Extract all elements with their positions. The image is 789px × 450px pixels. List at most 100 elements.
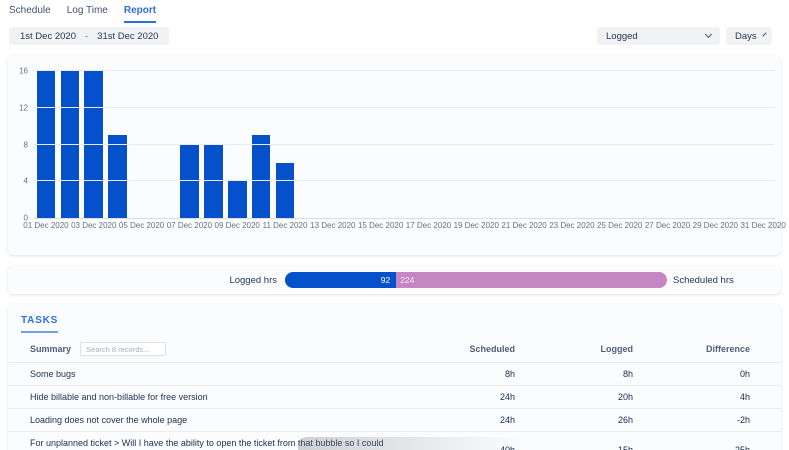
date-to: 31st Dec 2020 — [97, 31, 158, 42]
task-summary: Loading does not cover the whole page — [30, 414, 415, 426]
table-row[interactable]: Some bugs8h8h0h — [8, 362, 781, 385]
x-axis-slot: 17 Dec 2020 — [417, 221, 441, 233]
bar[interactable] — [84, 71, 103, 218]
scheduled-hrs-label: Scheduled hrs — [673, 275, 734, 286]
task-scheduled: 24h — [415, 392, 515, 402]
bar[interactable] — [204, 145, 223, 219]
x-axis-slot: 19 Dec 2020 — [464, 221, 488, 233]
x-axis-slot: 31 Dec 2020 — [751, 221, 775, 233]
bar-column — [34, 71, 58, 218]
date-range-picker[interactable]: 1st Dec 2020 - 31st Dec 2020 — [9, 27, 169, 45]
bar-column — [656, 71, 680, 218]
bar-column — [440, 71, 464, 218]
bar[interactable] — [228, 181, 247, 218]
task-logged: 8h — [515, 369, 633, 379]
bar-column — [154, 71, 178, 218]
gridline — [34, 70, 775, 71]
bar[interactable] — [61, 71, 80, 218]
chart-panel: 01 Dec 2020 03 Dec 2020 05 Dec 2020 07 Dec … — [8, 55, 781, 255]
bar[interactable] — [252, 135, 271, 218]
chevron-down-icon — [762, 32, 766, 36]
logged-hrs-label: Logged hrs — [8, 275, 277, 286]
x-axis-slot: 23 Dec 2020 — [560, 221, 584, 233]
x-axis-slot: 25 Dec 2020 — [608, 221, 632, 233]
bar[interactable] — [180, 145, 199, 219]
bar-column — [512, 71, 536, 218]
bar[interactable] — [108, 135, 127, 218]
y-axis-tick-label: 12 — [10, 103, 28, 112]
bar-column — [345, 71, 369, 218]
bar-column — [58, 71, 82, 218]
bar-column — [82, 71, 106, 218]
tab-schedule[interactable]: Schedule — [9, 5, 51, 23]
task-logged: 20h — [515, 392, 633, 402]
gridline — [34, 180, 775, 181]
bar-column — [321, 71, 345, 218]
tab-report[interactable]: Report — [124, 5, 156, 23]
metric-select-value: Logged — [606, 31, 638, 42]
bar-column — [273, 71, 297, 218]
x-axis-slot: 07 Dec 2020 — [177, 221, 201, 233]
task-summary: Hide billable and non-billable for free … — [30, 391, 415, 403]
task-scheduled: 8h — [415, 369, 515, 379]
task-difference: 0h — [633, 369, 750, 379]
bar-column — [417, 71, 441, 218]
bar-column — [464, 71, 488, 218]
bar-column — [727, 71, 751, 218]
metric-select[interactable]: Logged — [597, 27, 720, 45]
bar-column — [751, 71, 775, 218]
logged-column-header: Logged — [515, 344, 633, 354]
granularity-select[interactable]: Days — [726, 27, 772, 45]
toolbar: 1st Dec 2020 - 31st Dec 2020 Logged Days — [0, 27, 789, 45]
y-axis-tick-label: 16 — [10, 67, 28, 76]
bar-column — [130, 71, 154, 218]
bar-column — [369, 71, 393, 218]
x-axis-slot: 03 Dec 2020 — [82, 221, 106, 233]
bar-column — [249, 71, 273, 218]
tasks-table-header: Summary Scheduled Logged Difference — [8, 338, 781, 362]
bar-column — [106, 71, 130, 218]
progress-panel: Logged hrs 92 224 Scheduled hrs — [8, 266, 781, 294]
bar-column — [679, 71, 703, 218]
tasks-title: TASKS — [21, 315, 58, 333]
y-axis-tick-label: 0 — [10, 214, 28, 223]
scroll-shadow — [298, 437, 563, 450]
logged-vs-scheduled-bar: 92 224 — [285, 272, 667, 288]
bar-column — [488, 71, 512, 218]
y-axis-tick-label: 8 — [10, 140, 28, 149]
tab-log-time[interactable]: Log Time — [67, 5, 108, 23]
table-row[interactable]: Hide billable and non-billable for free … — [8, 385, 781, 408]
tasks-panel: TASKS Summary Scheduled Logged Differenc… — [8, 304, 781, 450]
x-axis-slot: 13 Dec 2020 — [321, 221, 345, 233]
logged-value: 92 — [381, 275, 390, 285]
chevron-down-icon — [705, 31, 712, 38]
scheduled-column-header: Scheduled — [415, 344, 515, 354]
task-difference: -2h — [633, 415, 750, 425]
bar-column — [560, 71, 584, 218]
task-difference: 4h — [633, 392, 750, 402]
x-axis-slot: 01 Dec 2020 — [34, 221, 58, 233]
x-axis-slot: 09 Dec 2020 — [225, 221, 249, 233]
bar[interactable] — [37, 71, 56, 218]
task-scheduled: 24h — [415, 415, 515, 425]
scheduled-value: 224 — [400, 275, 414, 285]
scheduled-segment: 224 — [396, 272, 667, 288]
chart-baseline — [34, 218, 775, 219]
date-separator: - — [85, 31, 88, 42]
table-row[interactable]: Loading does not cover the whole page24h… — [8, 408, 781, 431]
date-from: 1st Dec 2020 — [20, 31, 76, 42]
x-axis-slot: 05 Dec 2020 — [130, 221, 154, 233]
search-input[interactable] — [80, 342, 166, 356]
gridline — [34, 144, 775, 145]
y-axis-tick-label: 4 — [10, 177, 28, 186]
bar[interactable] — [276, 163, 295, 218]
bar-column — [201, 71, 225, 218]
bar-column — [584, 71, 608, 218]
bar-column — [225, 71, 249, 218]
task-logged: 26h — [515, 415, 633, 425]
bar-column — [297, 71, 321, 218]
difference-column-header: Difference — [633, 344, 750, 354]
x-axis-tick-label: 31 Dec 2020 — [740, 221, 785, 230]
logged-segment: 92 — [285, 272, 396, 288]
tab-bar: Schedule Log Time Report — [9, 5, 156, 23]
